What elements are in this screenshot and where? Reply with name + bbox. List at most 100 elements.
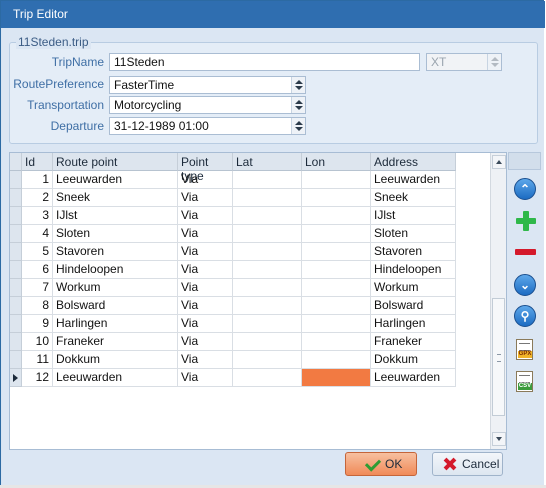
table-cell[interactable]: Workum bbox=[371, 279, 456, 297]
table-cell[interactable]: 3 bbox=[22, 207, 53, 225]
departure-spin-icon[interactable] bbox=[291, 118, 305, 134]
table-cell[interactable] bbox=[233, 207, 302, 225]
grid-vertical-scrollbar[interactable] bbox=[490, 153, 506, 449]
table-cell[interactable]: Bolsward bbox=[53, 297, 178, 315]
table-cell[interactable] bbox=[233, 225, 302, 243]
table-cell[interactable]: Via bbox=[178, 207, 233, 225]
column-header-id[interactable]: Id bbox=[22, 153, 53, 171]
table-cell[interactable]: Leeuwarden bbox=[53, 171, 178, 189]
table-cell[interactable]: Via bbox=[178, 351, 233, 369]
table-cell[interactable]: Sneek bbox=[371, 189, 456, 207]
table-cell[interactable] bbox=[302, 189, 371, 207]
cancel-button[interactable]: Cancel bbox=[432, 452, 503, 476]
table-cell[interactable]: Leeuwarden bbox=[371, 369, 456, 387]
table-cell[interactable]: Via bbox=[178, 279, 233, 297]
table-cell[interactable] bbox=[233, 243, 302, 261]
table-cell[interactable]: 7 bbox=[22, 279, 53, 297]
column-header-address[interactable]: Address bbox=[371, 153, 456, 171]
table-cell[interactable]: 10 bbox=[22, 333, 53, 351]
table-cell[interactable] bbox=[302, 279, 371, 297]
routepreference-select[interactable]: FasterTime bbox=[109, 76, 306, 94]
tripname-input[interactable]: 11Steden bbox=[109, 53, 420, 71]
export-csv-button[interactable]: CSV bbox=[514, 370, 537, 393]
table-cell[interactable]: 2 bbox=[22, 189, 53, 207]
table-cell[interactable] bbox=[302, 225, 371, 243]
search-button[interactable]: ⚲ bbox=[514, 305, 537, 328]
table-cell[interactable]: 8 bbox=[22, 297, 53, 315]
table-cell[interactable]: Stavoren bbox=[53, 243, 178, 261]
table-cell[interactable] bbox=[302, 333, 371, 351]
add-button[interactable] bbox=[514, 208, 537, 231]
table-cell[interactable]: Harlingen bbox=[371, 315, 456, 333]
row-indicator[interactable] bbox=[10, 315, 22, 333]
row-indicator[interactable] bbox=[10, 333, 22, 351]
table-cell[interactable]: Sloten bbox=[53, 225, 178, 243]
departure-picker[interactable]: 31-12-1989 01:00 bbox=[109, 117, 306, 135]
table-cell[interactable]: Workum bbox=[53, 279, 178, 297]
table-cell[interactable]: Sneek bbox=[53, 189, 178, 207]
table-cell[interactable]: 1 bbox=[22, 171, 53, 189]
table-cell[interactable]: Stavoren bbox=[371, 243, 456, 261]
row-indicator[interactable] bbox=[10, 297, 22, 315]
table-cell[interactable]: Via bbox=[178, 315, 233, 333]
row-indicator[interactable] bbox=[10, 369, 22, 387]
ok-button[interactable]: OK bbox=[345, 452, 417, 476]
table-cell[interactable]: Franeker bbox=[53, 333, 178, 351]
scroll-up-icon[interactable] bbox=[492, 155, 506, 169]
export-gpx-button[interactable]: GPX bbox=[514, 338, 537, 361]
table-cell[interactable]: Via bbox=[178, 369, 233, 387]
column-header-point-type[interactable]: Point type bbox=[178, 153, 233, 183]
table-cell[interactable]: Dokkum bbox=[53, 351, 178, 369]
table-cell[interactable]: Via bbox=[178, 225, 233, 243]
table-cell[interactable] bbox=[302, 351, 371, 369]
row-indicator[interactable] bbox=[10, 189, 22, 207]
transportation-dropdown-icon[interactable] bbox=[291, 97, 305, 113]
row-indicator[interactable] bbox=[10, 279, 22, 297]
table-cell[interactable]: 4 bbox=[22, 225, 53, 243]
table-cell[interactable]: Hindeloopen bbox=[53, 261, 178, 279]
row-indicator[interactable] bbox=[10, 171, 22, 189]
table-cell[interactable]: 5 bbox=[22, 243, 53, 261]
table-cell[interactable] bbox=[233, 171, 302, 189]
table-cell[interactable]: Harlingen bbox=[53, 315, 178, 333]
table-cell[interactable]: Via bbox=[178, 243, 233, 261]
table-cell[interactable] bbox=[233, 333, 302, 351]
table-cell[interactable] bbox=[302, 369, 371, 387]
row-indicator[interactable] bbox=[10, 351, 22, 369]
row-indicator[interactable] bbox=[10, 225, 22, 243]
table-cell[interactable]: Sloten bbox=[371, 225, 456, 243]
table-cell[interactable]: Via bbox=[178, 189, 233, 207]
table-cell[interactable]: 12 bbox=[22, 369, 53, 387]
table-cell[interactable] bbox=[302, 315, 371, 333]
transportation-select[interactable]: Motorcycling bbox=[109, 96, 306, 114]
routepreference-dropdown-icon[interactable] bbox=[291, 77, 305, 93]
table-cell[interactable]: Via bbox=[178, 333, 233, 351]
move-bottom-button[interactable]: ⌄ bbox=[514, 274, 537, 297]
row-indicator[interactable] bbox=[10, 261, 22, 279]
table-cell[interactable] bbox=[233, 351, 302, 369]
table-cell[interactable] bbox=[233, 315, 302, 333]
table-cell[interactable]: Dokkum bbox=[371, 351, 456, 369]
table-cell[interactable]: Leeuwarden bbox=[371, 171, 456, 189]
table-cell[interactable]: 9 bbox=[22, 315, 53, 333]
column-header-lon[interactable]: Lon bbox=[302, 153, 371, 171]
table-cell[interactable] bbox=[233, 261, 302, 279]
table-cell[interactable] bbox=[233, 297, 302, 315]
move-top-button[interactable]: ⌃ bbox=[514, 178, 537, 201]
scroll-thumb[interactable] bbox=[492, 298, 505, 416]
table-cell[interactable]: Bolsward bbox=[371, 297, 456, 315]
table-cell[interactable]: Via bbox=[178, 297, 233, 315]
table-cell[interactable] bbox=[302, 207, 371, 225]
table-cell[interactable]: Hindeloopen bbox=[371, 261, 456, 279]
table-cell[interactable] bbox=[302, 261, 371, 279]
table-cell[interactable] bbox=[302, 171, 371, 189]
table-cell[interactable]: 11 bbox=[22, 351, 53, 369]
table-cell[interactable] bbox=[302, 297, 371, 315]
table-cell[interactable] bbox=[233, 189, 302, 207]
table-cell[interactable] bbox=[233, 369, 302, 387]
table-cell[interactable] bbox=[302, 243, 371, 261]
remove-button[interactable] bbox=[514, 240, 537, 263]
table-cell[interactable]: Via bbox=[178, 171, 233, 189]
scroll-down-icon[interactable] bbox=[492, 432, 506, 446]
column-header-lat[interactable]: Lat bbox=[233, 153, 302, 171]
